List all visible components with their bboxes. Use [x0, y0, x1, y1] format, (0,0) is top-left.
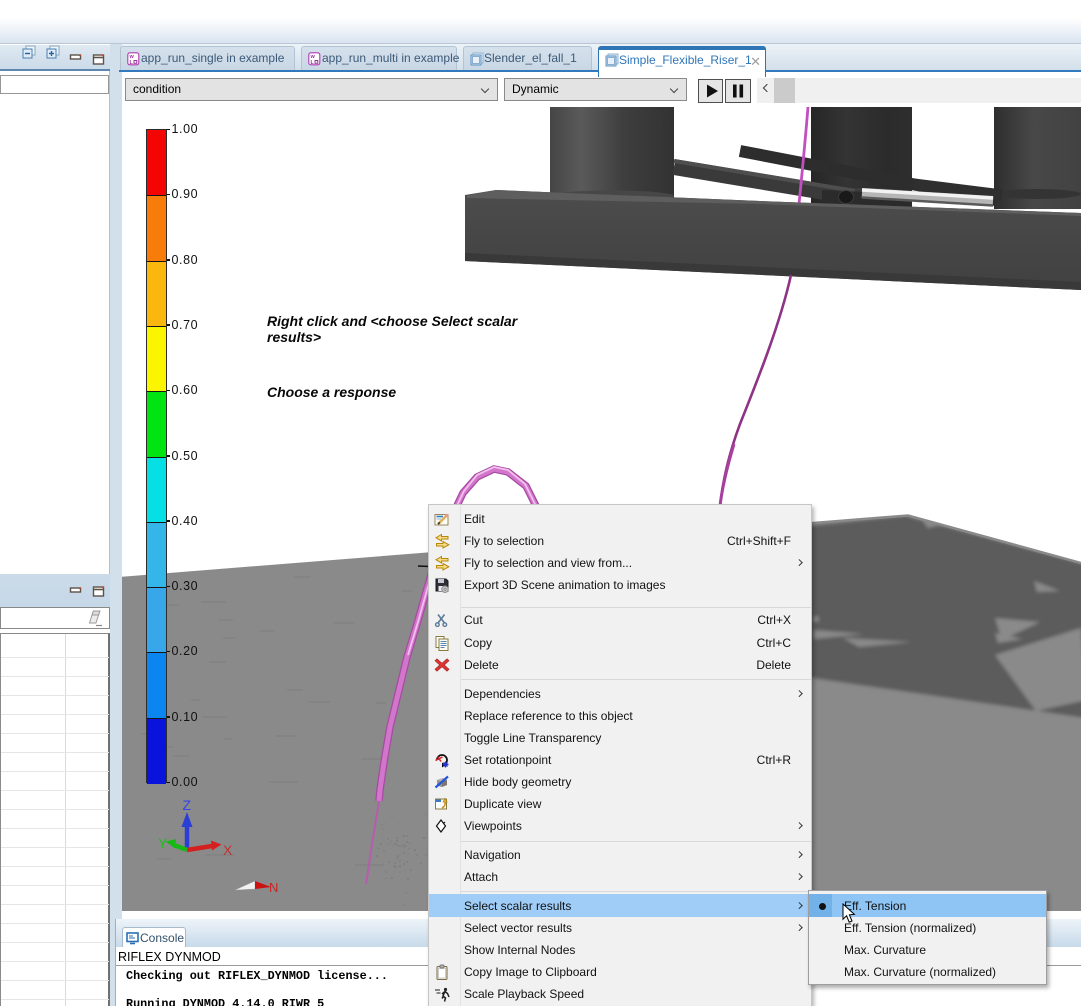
svg-text:X: X [223, 842, 233, 858]
svg-text:N: N [269, 880, 278, 895]
svg-text:Z: Z [183, 797, 192, 813]
svg-text:Y: Y [158, 835, 168, 851]
